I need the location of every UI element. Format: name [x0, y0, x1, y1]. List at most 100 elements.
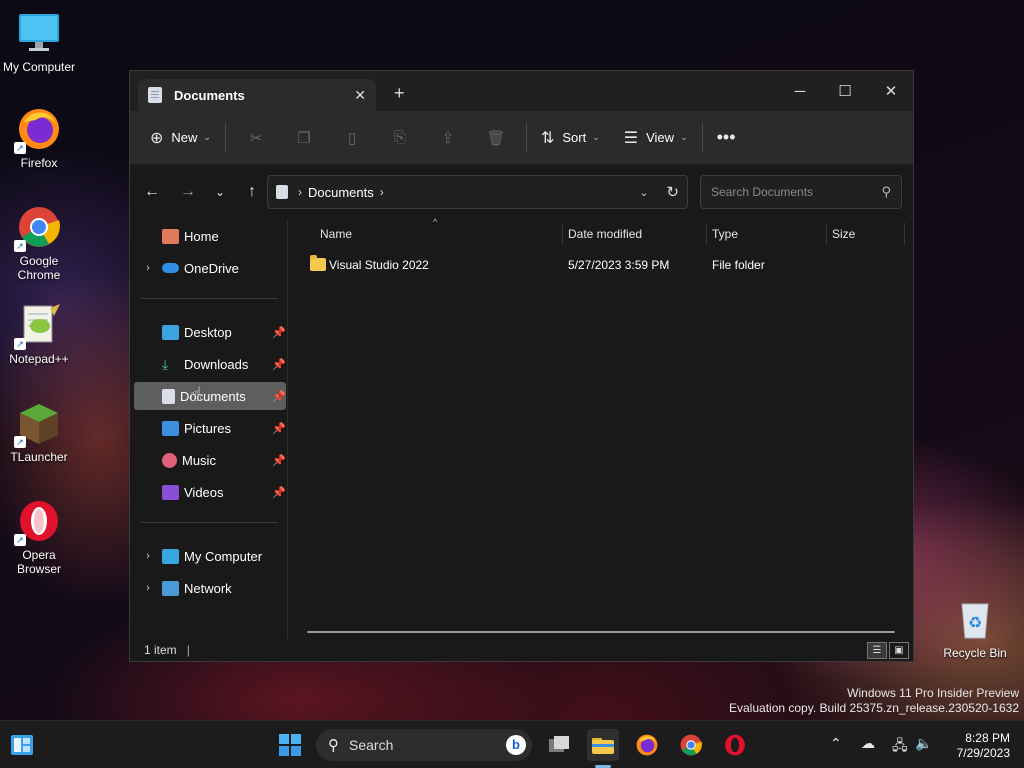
taskbar-firefox[interactable] — [631, 729, 663, 761]
address-row: ← → ⌄ ↑ › Documents › ⌄ ↻ ⚲ — [130, 165, 913, 219]
paste-button[interactable]: ▯ — [328, 122, 376, 154]
address-bar[interactable]: › Documents › ⌄ ↻ — [267, 175, 688, 209]
pin-icon[interactable]: 📌 — [272, 454, 286, 467]
taskbar-file-explorer[interactable] — [587, 729, 619, 761]
new-button[interactable]: ⊕ New ⌄ — [142, 122, 219, 154]
desktop-icon-google-chrome[interactable]: ↗ Google Chrome — [0, 204, 78, 282]
sidebar-item-music[interactable]: Music 📌 — [134, 446, 286, 474]
view-button[interactable]: ☰ View ⌄ — [616, 122, 696, 154]
taskbar-clock[interactable]: 8:28 PM 7/29/2023 — [944, 731, 1010, 761]
horizontal-scrollbar[interactable] — [307, 631, 895, 633]
share-button[interactable]: ⇪ — [424, 122, 472, 154]
pin-icon[interactable]: 📌 — [272, 390, 286, 403]
show-hidden-icons-chevron-icon[interactable]: ⌃ — [830, 735, 842, 752]
column-header-type[interactable]: Type — [712, 219, 738, 249]
tab-close-icon[interactable]: ✕ — [354, 87, 366, 104]
cut-button[interactable]: ✂ — [232, 122, 280, 154]
column-header-name[interactable]: Name — [320, 219, 352, 249]
sidebar-item-onedrive[interactable]: › OneDrive — [134, 254, 286, 282]
taskbar-opera[interactable] — [719, 729, 751, 761]
desktop-icon-label: Google Chrome — [17, 254, 61, 282]
delete-button[interactable]: 🗑 — [472, 122, 520, 154]
sidebar-item-network[interactable]: › Network — [134, 574, 286, 602]
desktop-icon-notepad-plus-plus[interactable]: ↗ Notepad++ — [0, 302, 78, 366]
column-header-label: Date modified — [568, 227, 643, 241]
address-history-chevron-icon[interactable]: ⌄ — [639, 186, 648, 199]
desktop-icon-firefox[interactable]: ↗ Firefox — [0, 106, 78, 170]
pin-icon[interactable]: 📌 — [272, 326, 286, 339]
sidebar-item-desktop[interactable]: Desktop 📌 — [134, 318, 286, 346]
up-button[interactable]: ↑ — [236, 176, 268, 208]
maximize-button[interactable]: ☐ — [822, 77, 868, 105]
watermark-line: Windows 11 Pro Insider Preview — [847, 686, 1019, 700]
search-icon[interactable]: ⚲ — [881, 184, 891, 200]
back-button[interactable]: ← — [136, 176, 168, 208]
details-view-button[interactable]: ☰ — [867, 642, 887, 659]
chevron-right-icon[interactable]: › — [134, 582, 162, 594]
pin-icon[interactable]: 📌 — [272, 486, 286, 499]
column-header-label: Type — [712, 227, 739, 241]
table-row[interactable]: Visual Studio 2022 5/27/2023 3:59 PM Fil… — [306, 253, 906, 277]
column-resize-handle[interactable] — [904, 223, 905, 245]
tab-label: Documents — [174, 87, 245, 103]
shortcut-arrow-icon: ↗ — [14, 142, 26, 154]
recent-locations-button[interactable]: ⌄ — [204, 176, 236, 208]
tab-documents[interactable]: Documents ✕ — [138, 79, 376, 111]
close-button[interactable]: ✕ — [868, 77, 914, 105]
scissors-icon: ✂ — [249, 129, 263, 147]
sidebar-item-home[interactable]: Home — [134, 222, 286, 250]
column-header-date-modified[interactable]: Date modified — [568, 219, 642, 249]
network-status-icon[interactable]: 🖧 — [892, 735, 908, 759]
taskbar-search[interactable]: ⚲ Search b — [316, 729, 532, 761]
sidebar-item-label: Home — [184, 228, 219, 244]
chevron-right-icon[interactable]: › — [134, 262, 162, 274]
desktop-icon-opera-browser[interactable]: ↗ Opera Browser — [0, 498, 78, 576]
copy-button[interactable]: ❐ — [280, 122, 328, 154]
widgets-icon — [11, 735, 33, 755]
desktop-icon-my-computer[interactable]: My Computer — [0, 10, 78, 74]
list-view-icon: ☰ — [623, 129, 639, 147]
desktop-icon-tlauncher[interactable]: ↗ TLauncher — [0, 400, 78, 464]
see-more-button[interactable]: ••• — [709, 122, 752, 154]
sort-button[interactable]: ⇅ Sort ⌄ — [533, 122, 608, 154]
column-resize-handle[interactable] — [562, 223, 563, 245]
chevron-right-icon[interactable]: › — [380, 185, 384, 199]
search-icon: ⚲ — [328, 737, 339, 754]
taskbar-chrome[interactable] — [675, 729, 707, 761]
column-header-size[interactable]: Size — [832, 219, 855, 249]
volume-icon[interactable]: 🔈 — [915, 735, 932, 752]
minimize-button[interactable]: ─ — [777, 77, 823, 105]
sidebar-item-pictures[interactable]: Pictures 📌 — [134, 414, 286, 442]
refresh-icon[interactable]: ↻ — [666, 183, 679, 201]
column-resize-handle[interactable] — [826, 223, 827, 245]
breadcrumb-documents[interactable]: Documents — [308, 185, 374, 200]
pin-icon[interactable]: 📌 — [272, 422, 286, 435]
desktop-icon-recycle-bin[interactable]: ♻ Recycle Bin — [936, 596, 1014, 660]
hand-pointer-icon: ☝ — [190, 384, 203, 406]
bing-icon[interactable]: b — [506, 735, 526, 755]
task-view-button[interactable] — [543, 729, 575, 761]
onedrive-status-icon[interactable]: ☁ — [861, 735, 875, 752]
pin-icon[interactable]: 📌 — [272, 358, 286, 371]
sort-arrows-icon: ⇅ — [540, 129, 555, 147]
sidebar-item-videos[interactable]: Videos 📌 — [134, 478, 286, 506]
plus-circle-icon: ⊕ — [150, 129, 164, 147]
status-bar: 1 item | ☰ ▣ — [130, 639, 913, 661]
tiles-view-icon: ▣ — [894, 645, 904, 656]
rename-button[interactable]: ⎘ — [376, 122, 424, 154]
chevron-right-icon[interactable]: › — [134, 550, 162, 562]
widgets-button[interactable] — [6, 729, 38, 761]
sidebar-item-my-computer[interactable]: › My Computer — [134, 542, 286, 570]
forward-button[interactable]: → — [172, 176, 204, 208]
sidebar-item-documents[interactable]: Documents 📌 — [134, 382, 286, 410]
tiles-view-button[interactable]: ▣ — [889, 642, 909, 659]
column-resize-handle[interactable] — [706, 223, 707, 245]
search-box: ⚲ — [700, 175, 902, 209]
new-button-label: New — [171, 130, 198, 145]
start-button[interactable] — [274, 729, 306, 761]
search-input[interactable] — [711, 185, 882, 199]
rename-icon: ⎘ — [393, 129, 406, 146]
new-tab-button[interactable]: + — [394, 83, 405, 104]
file-type: File folder — [712, 258, 765, 272]
sidebar-item-downloads[interactable]: ⤓ Downloads 📌 — [134, 350, 286, 378]
